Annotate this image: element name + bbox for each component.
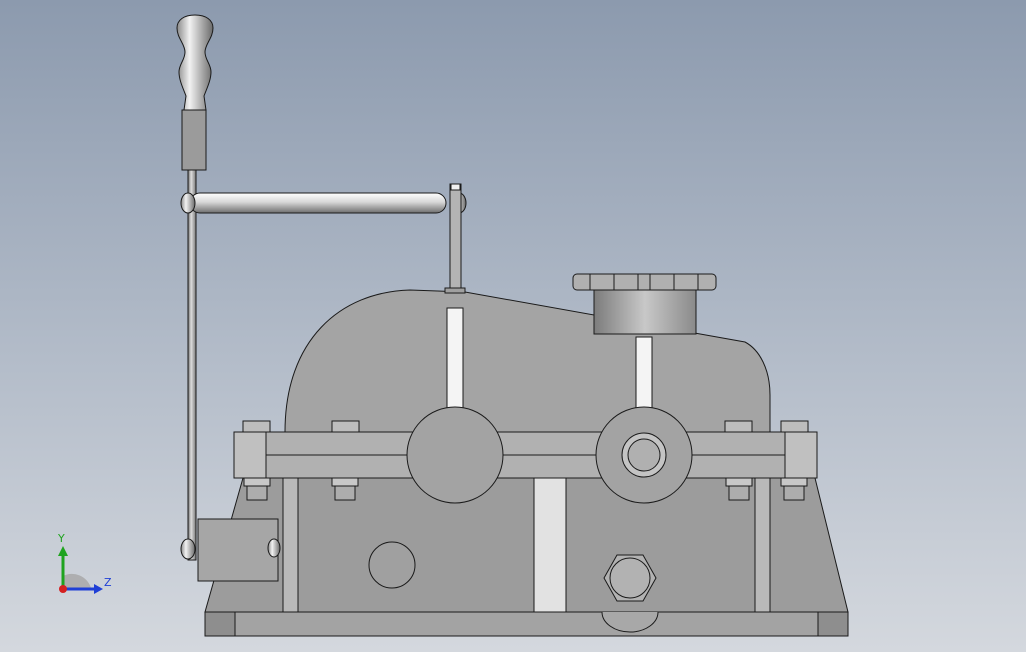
graphics-viewport[interactable]: Y Z <box>0 0 1026 652</box>
inspection-port <box>572 273 717 335</box>
base-plate <box>204 611 849 637</box>
gear-reducer-model[interactable] <box>0 0 1026 652</box>
upper-cover <box>284 289 771 433</box>
x-axis-dot <box>59 585 67 593</box>
z-axis-label: Z <box>104 576 112 589</box>
y-axis-label: Y <box>58 532 65 545</box>
split-flange <box>233 431 818 479</box>
bearing-housing-right <box>595 406 693 504</box>
bearing-housing-left <box>406 406 504 504</box>
lever-handle[interactable] <box>176 14 214 171</box>
lower-housing <box>204 477 849 633</box>
shifter-box <box>197 518 281 582</box>
view-triad <box>58 546 103 594</box>
